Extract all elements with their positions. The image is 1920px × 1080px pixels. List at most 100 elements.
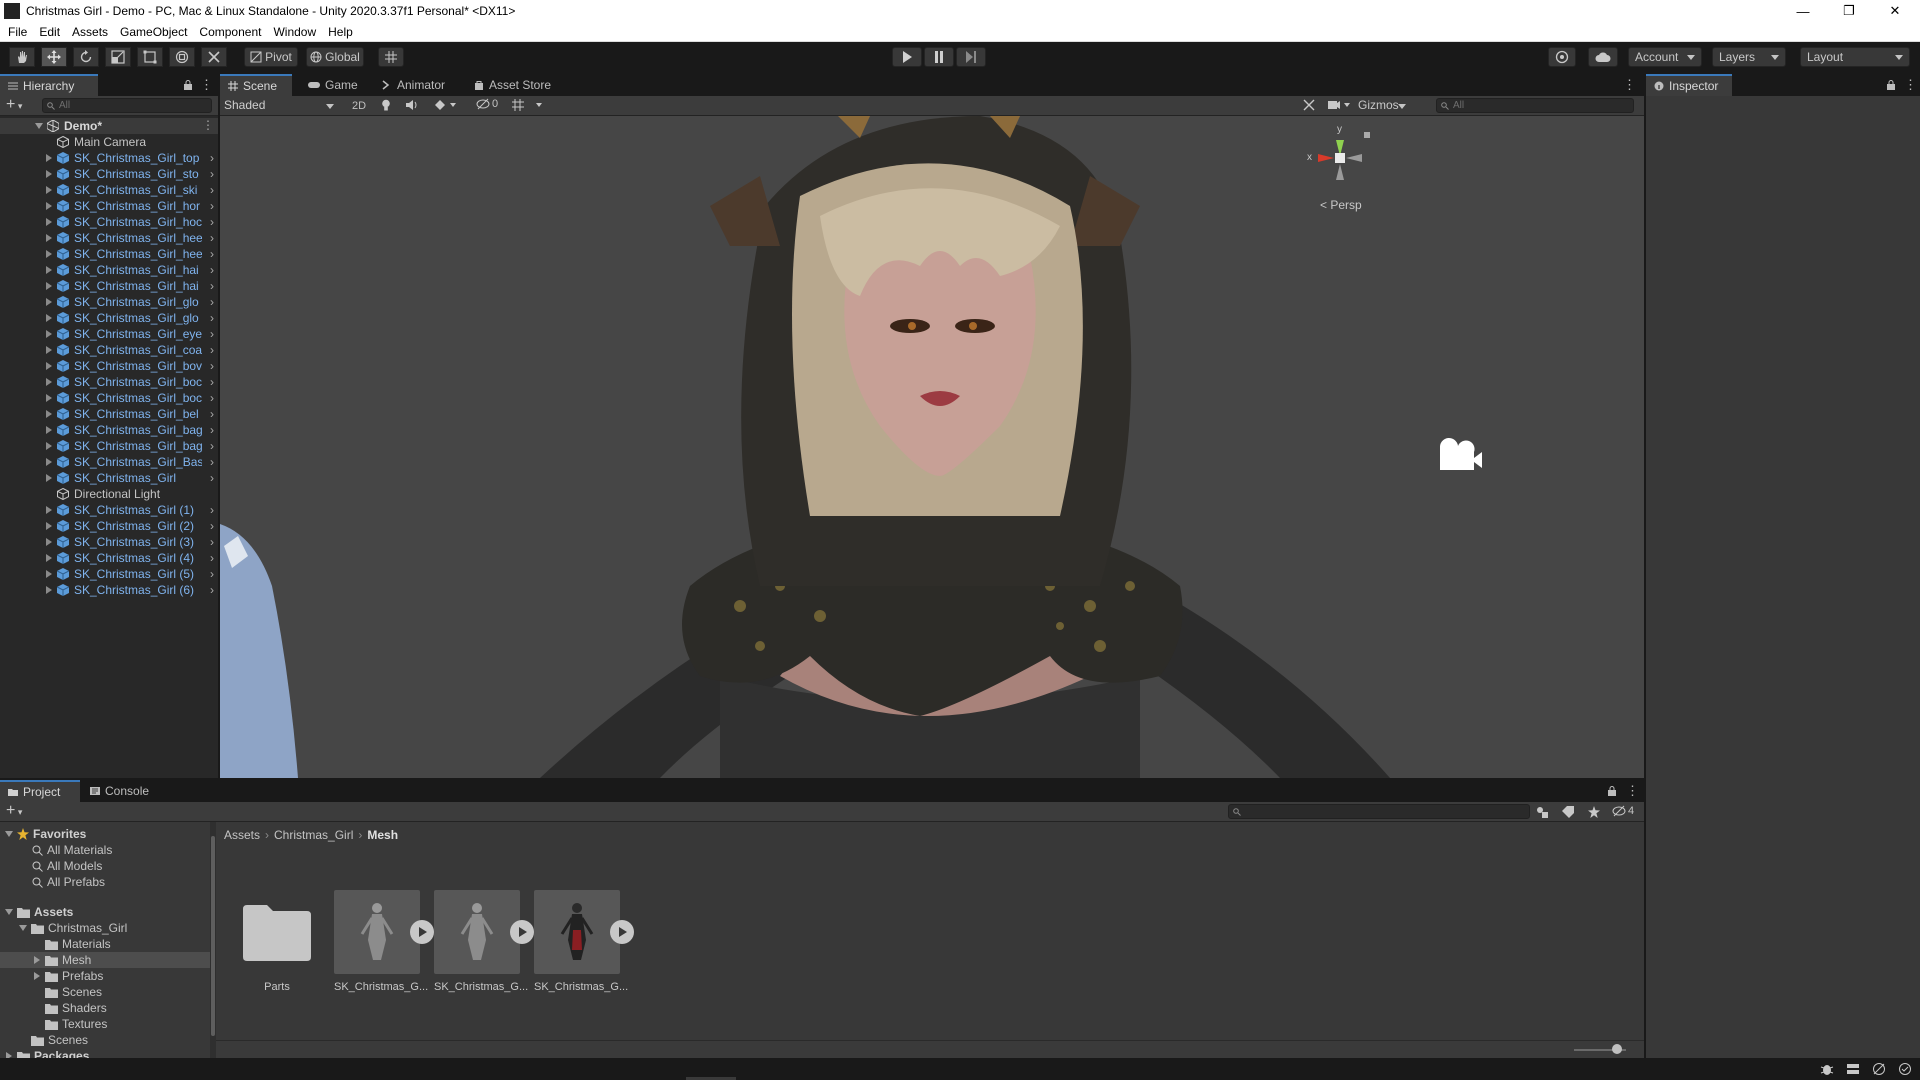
- favorites-row[interactable]: Favorites: [0, 826, 210, 842]
- expand-arrow-icon[interactable]: [44, 201, 54, 211]
- hierarchy-item[interactable]: SK_Christmas_Girl (2) ›: [0, 518, 218, 534]
- hierarchy-item[interactable]: SK_Christmas_Girl (5) ›: [0, 566, 218, 582]
- search-by-label-button[interactable]: [1562, 806, 1574, 818]
- open-prefab-chevron-icon[interactable]: ›: [210, 167, 214, 181]
- expand-arrow-icon[interactable]: [44, 185, 54, 195]
- collapse-arrow-icon[interactable]: [34, 121, 44, 131]
- orientation-gizmo[interactable]: y x < Persp: [1300, 124, 1380, 220]
- breadcrumb-assets[interactable]: Assets: [224, 828, 260, 842]
- search-by-type-button[interactable]: [1536, 806, 1548, 818]
- hierarchy-item[interactable]: SK_Christmas_Girl_bag ›: [0, 422, 218, 438]
- scene-panel-menu-icon[interactable]: ⋮: [1623, 77, 1636, 93]
- expand-model-button[interactable]: [410, 920, 434, 944]
- move-tool-button[interactable]: [41, 47, 67, 67]
- scene-viewport[interactable]: y x < Persp: [220, 116, 1644, 778]
- favorite-item[interactable]: All Prefabs: [0, 874, 210, 890]
- asset-tree-item[interactable]: Scenes: [0, 1032, 210, 1048]
- hierarchy-item[interactable]: SK_Christmas_Girl_glo ›: [0, 294, 218, 310]
- expand-model-button[interactable]: [610, 920, 634, 944]
- camera-gizmo-icon[interactable]: [1439, 437, 1482, 470]
- open-prefab-chevron-icon[interactable]: ›: [210, 359, 214, 373]
- asset-tree-item[interactable]: Materials: [0, 936, 210, 952]
- asset-tree-item[interactable]: Scenes: [0, 984, 210, 1000]
- project-create-button[interactable]: + ▾: [6, 802, 22, 820]
- breadcrumb-mesh[interactable]: Mesh: [367, 828, 398, 842]
- hierarchy-search-input[interactable]: All: [42, 98, 212, 113]
- hidden-packages-toggle[interactable]: 4: [1612, 805, 1634, 817]
- zoom-slider-handle[interactable]: [1612, 1044, 1622, 1054]
- tab-inspector[interactable]: Inspector: [1646, 74, 1732, 96]
- debug-bug-icon[interactable]: [1820, 1062, 1834, 1076]
- expand-arrow-icon[interactable]: [44, 313, 54, 323]
- lock-icon[interactable]: [1886, 80, 1896, 90]
- hierarchy-item[interactable]: SK_Christmas_Girl_ski ›: [0, 182, 218, 198]
- open-prefab-chevron-icon[interactable]: ›: [210, 263, 214, 277]
- asset-model-2[interactable]: SK_Christmas_G...: [434, 890, 528, 993]
- tab-asset-store[interactable]: Asset Store: [466, 74, 559, 96]
- hierarchy-item[interactable]: Main Camera: [0, 134, 218, 150]
- maximize-button[interactable]: ❐: [1826, 0, 1872, 22]
- menu-file[interactable]: File: [2, 25, 33, 39]
- open-prefab-chevron-icon[interactable]: ›: [210, 439, 214, 453]
- expand-arrow-icon[interactable]: [44, 441, 54, 451]
- open-prefab-chevron-icon[interactable]: ›: [210, 327, 214, 341]
- expand-arrow-icon[interactable]: [44, 553, 54, 563]
- project-search-input[interactable]: [1228, 804, 1530, 819]
- open-prefab-chevron-icon[interactable]: ›: [210, 471, 214, 485]
- step-button[interactable]: [956, 47, 986, 67]
- menu-component[interactable]: Component: [193, 25, 267, 39]
- layers-dropdown[interactable]: Layers: [1712, 47, 1786, 67]
- tab-animator[interactable]: Animator: [374, 74, 453, 96]
- open-prefab-chevron-icon[interactable]: ›: [210, 279, 214, 293]
- open-prefab-chevron-icon[interactable]: ›: [210, 503, 214, 517]
- create-add-button[interactable]: + ▾: [6, 96, 22, 114]
- expand-arrow-icon[interactable]: [44, 297, 54, 307]
- asset-tree-item[interactable]: Mesh: [0, 952, 210, 968]
- asset-folder-parts[interactable]: Parts: [234, 890, 320, 993]
- hierarchy-item[interactable]: SK_Christmas_Girl ›: [0, 470, 218, 486]
- open-prefab-chevron-icon[interactable]: ›: [210, 343, 214, 357]
- expand-arrow-icon[interactable]: [44, 409, 54, 419]
- expand-arrow-icon[interactable]: [44, 265, 54, 275]
- open-prefab-chevron-icon[interactable]: ›: [210, 215, 214, 229]
- expand-arrow-icon[interactable]: [44, 169, 54, 179]
- global-toggle[interactable]: Global: [306, 47, 364, 67]
- open-prefab-chevron-icon[interactable]: ›: [210, 583, 214, 597]
- open-prefab-chevron-icon[interactable]: ›: [210, 199, 214, 213]
- open-prefab-chevron-icon[interactable]: ›: [210, 407, 214, 421]
- menu-gameobject[interactable]: GameObject: [114, 25, 193, 39]
- layout-dropdown[interactable]: Layout: [1800, 47, 1910, 67]
- grid-snap-button[interactable]: [378, 47, 404, 67]
- collab-button[interactable]: [1548, 47, 1576, 67]
- hierarchy-item[interactable]: SK_Christmas_Girl_hee ›: [0, 246, 218, 262]
- tab-scene[interactable]: Scene: [220, 74, 292, 96]
- gizmos-dropdown[interactable]: Gizmos: [1356, 97, 1412, 114]
- grid-dropdown[interactable]: [512, 99, 542, 111]
- expand-arrow-icon[interactable]: [44, 361, 54, 371]
- expand-arrow-icon[interactable]: [44, 585, 54, 595]
- expand-model-button[interactable]: [510, 920, 534, 944]
- minimize-button[interactable]: —: [1780, 0, 1826, 22]
- tab-hierarchy[interactable]: Hierarchy: [0, 74, 98, 96]
- hierarchy-item[interactable]: SK_Christmas_Girl_boc ›: [0, 390, 218, 406]
- open-prefab-chevron-icon[interactable]: ›: [210, 151, 214, 165]
- hierarchy-item[interactable]: SK_Christmas_Girl_glo ›: [0, 310, 218, 326]
- pause-button[interactable]: [924, 47, 954, 67]
- hierarchy-item[interactable]: SK_Christmas_Girl (1) ›: [0, 502, 218, 518]
- expand-arrow-icon[interactable]: [44, 329, 54, 339]
- favorite-item[interactable]: All Models: [0, 858, 210, 874]
- expand-arrow-icon[interactable]: [32, 971, 42, 981]
- open-prefab-chevron-icon[interactable]: ›: [210, 391, 214, 405]
- expand-arrow-icon[interactable]: [44, 345, 54, 355]
- auto-generate-icon[interactable]: [1898, 1062, 1912, 1076]
- scene-search-input[interactable]: All: [1436, 98, 1634, 113]
- expand-arrow-icon[interactable]: [44, 153, 54, 163]
- open-prefab-chevron-icon[interactable]: ›: [210, 551, 214, 565]
- hierarchy-item[interactable]: SK_Christmas_Girl_coa ›: [0, 342, 218, 358]
- scene-tools-button[interactable]: [1303, 99, 1315, 111]
- open-prefab-chevron-icon[interactable]: ›: [210, 183, 214, 197]
- expand-arrow-icon[interactable]: [44, 377, 54, 387]
- lock-icon[interactable]: [1607, 786, 1617, 796]
- open-prefab-chevron-icon[interactable]: ›: [210, 231, 214, 245]
- asset-tree-item[interactable]: Shaders: [0, 1000, 210, 1016]
